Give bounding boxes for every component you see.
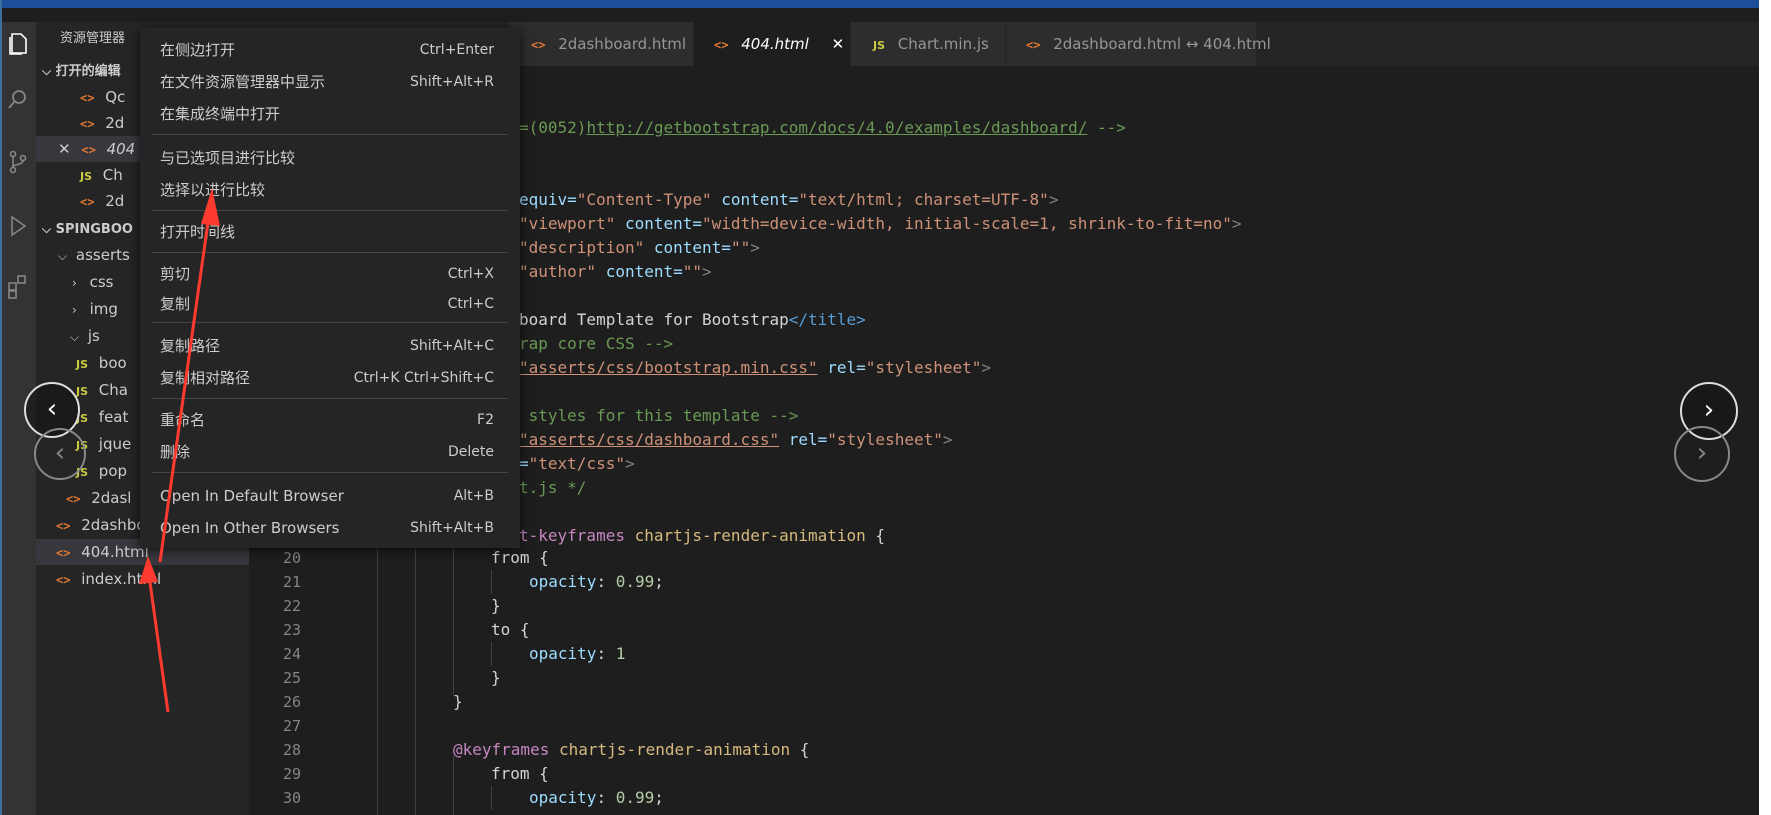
next-arrow-shadow-icon: › bbox=[1674, 426, 1730, 482]
vscode-window: 资源管理器 ⌵ 打开的编辑 <> Qc <> 2d ✕ <> 404 JS Ch… bbox=[0, 0, 1759, 815]
previous-arrow-shadow-icon: ‹ bbox=[34, 428, 86, 480]
annotation-arrow bbox=[139, 188, 220, 713]
